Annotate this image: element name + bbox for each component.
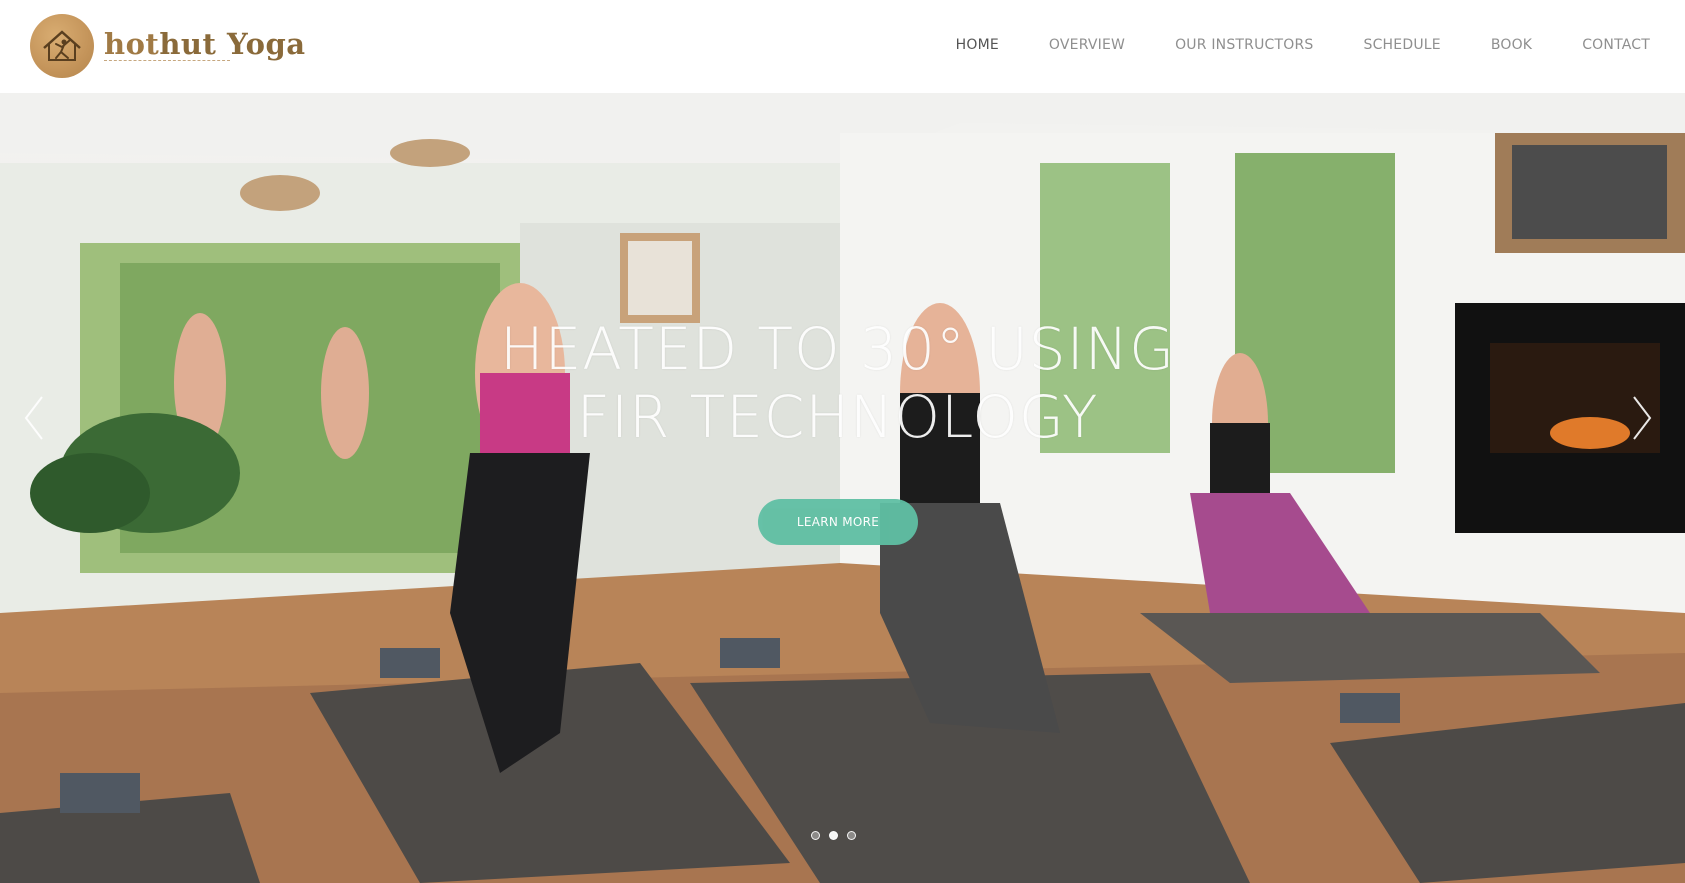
nav-schedule[interactable]: SCHEDULE bbox=[1364, 37, 1441, 53]
slider-dot-1[interactable] bbox=[811, 831, 820, 840]
slider-dot-2[interactable] bbox=[829, 831, 838, 840]
slider-prev-button[interactable] bbox=[20, 393, 50, 443]
learn-more-button[interactable]: LEARN MORE bbox=[758, 499, 918, 545]
chevron-right-icon bbox=[1633, 396, 1652, 440]
nav-overview[interactable]: OVERVIEW bbox=[1049, 37, 1125, 53]
slider-next-button[interactable] bbox=[1626, 393, 1656, 443]
logo-mark-icon bbox=[30, 14, 94, 78]
nav-contact[interactable]: CONTACT bbox=[1582, 37, 1650, 53]
hero-title-line-1: HEATED TO 30° USING bbox=[499, 315, 1176, 383]
hero-background-photo bbox=[0, 93, 1685, 883]
logo-underline bbox=[104, 60, 230, 63]
site-header: hothut Yoga HOME OVERVIEW OUR INSTRUCTOR… bbox=[0, 0, 1685, 94]
nav-our-instructors[interactable]: OUR INSTRUCTORS bbox=[1175, 37, 1313, 53]
slider-pagination bbox=[811, 831, 856, 840]
chevron-left-icon bbox=[24, 396, 43, 440]
logo[interactable]: hothut Yoga bbox=[30, 14, 306, 78]
nav-home[interactable]: HOME bbox=[956, 37, 999, 53]
slider-dot-3[interactable] bbox=[847, 831, 856, 840]
main-nav: HOME OVERVIEW OUR INSTRUCTORS SCHEDULE B… bbox=[906, 37, 1650, 53]
brand-name: hothut Yoga bbox=[104, 27, 306, 61]
hero-title: HEATED TO 30° USING FIR TECHNOLOGY bbox=[0, 315, 1675, 451]
hero-slider: HEATED TO 30° USING FIR TECHNOLOGY LEARN… bbox=[0, 93, 1685, 883]
hero-title-line-2: FIR TECHNOLOGY bbox=[576, 383, 1099, 451]
nav-book[interactable]: BOOK bbox=[1491, 37, 1532, 53]
